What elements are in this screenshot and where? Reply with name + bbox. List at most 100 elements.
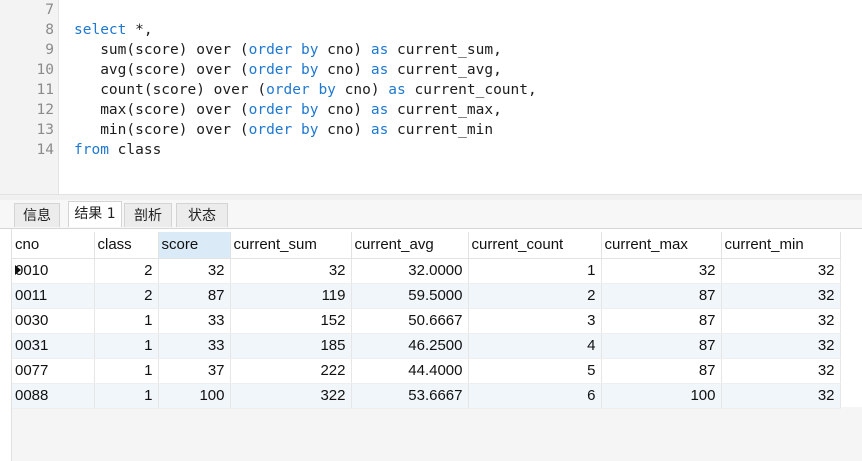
code-text: current_count, — [405, 82, 537, 98]
code-line: sum(score) over (order by cno) as curren… — [74, 40, 502, 60]
cell-current-min[interactable]: 32 — [721, 258, 841, 284]
code-keyword: order by — [248, 122, 319, 138]
cell-score[interactable]: 33 — [158, 333, 231, 359]
cell-cno[interactable]: 0077 — [12, 358, 95, 384]
cell-current-max[interactable]: 87 — [601, 283, 722, 309]
cell-class[interactable]: 1 — [94, 358, 159, 384]
cell-cno[interactable]: 0088 — [12, 383, 95, 409]
cell-current-count[interactable]: 3 — [468, 308, 602, 334]
table-row[interactable]: 0088 1 100 322 53.6667 6 100 32 — [12, 383, 841, 409]
line-number: 12 — [36, 102, 54, 118]
cell-current-min[interactable]: 32 — [721, 283, 841, 309]
line-number-gutter: 7 8 9 10 11 12 13 14 — [0, 0, 59, 194]
cell-current-avg[interactable]: 44.4000 — [351, 358, 469, 384]
tab-result-1[interactable]: 结果 1 — [68, 201, 122, 227]
column-header-score[interactable]: score — [158, 232, 231, 259]
cell-current-max[interactable]: 87 — [601, 358, 722, 384]
code-text: sum(score) over ( — [74, 42, 249, 58]
cell-cno[interactable]: 0010 — [12, 258, 95, 284]
code-line: select *, — [74, 20, 153, 40]
cell-current-max[interactable]: 87 — [601, 308, 722, 334]
code-line: max(score) over (order by cno) as curren… — [74, 100, 502, 120]
sql-editor[interactable]: 7 8 9 10 11 12 13 14 select *, sum(score) over … — [0, 0, 862, 194]
code-keyword: select — [74, 22, 127, 38]
cell-class[interactable]: 1 — [94, 383, 159, 409]
code-text: current_max, — [388, 102, 502, 118]
cell-current-sum[interactable]: 152 — [230, 308, 352, 334]
cell-score[interactable]: 37 — [158, 358, 231, 384]
cell-current-count[interactable]: 6 — [468, 383, 602, 409]
table-row[interactable]: 0031 1 33 185 46.2500 4 87 32 — [12, 333, 841, 359]
cell-current-count[interactable]: 5 — [468, 358, 602, 384]
column-header-current-max[interactable]: current_max — [601, 232, 722, 259]
cell-current-avg[interactable]: 59.5000 — [351, 283, 469, 309]
code-keyword: as — [370, 102, 389, 118]
code-keyword: from — [74, 142, 109, 158]
cell-current-sum[interactable]: 222 — [230, 358, 352, 384]
cell-current-max[interactable]: 87 — [601, 333, 722, 359]
cell-current-avg[interactable]: 53.6667 — [351, 383, 469, 409]
tab-profile[interactable]: 剖析 — [124, 203, 172, 227]
table-row[interactable]: 0030 1 33 152 50.6667 3 87 32 — [12, 308, 841, 334]
line-number: 11 — [36, 82, 54, 98]
cell-score[interactable]: 33 — [158, 308, 231, 334]
code-keyword: order by — [248, 102, 319, 118]
code-line: min(score) over (order by cno) as curren… — [74, 120, 493, 140]
cell-current-count[interactable]: 2 — [468, 283, 602, 309]
cell-current-avg[interactable]: 32.0000 — [351, 258, 469, 284]
table-row[interactable]: 0011 2 87 119 59.5000 2 87 32 — [12, 283, 841, 309]
column-header-current-sum[interactable]: current_sum — [230, 232, 352, 259]
cell-current-sum[interactable]: 32 — [230, 258, 352, 284]
column-header-current-avg[interactable]: current_avg — [351, 232, 469, 259]
code-text: cno) — [318, 122, 371, 138]
result-tabs: 信息 结果 1 剖析 状态 — [0, 200, 862, 229]
grid-empty-area — [12, 407, 862, 461]
cell-current-count[interactable]: 4 — [468, 333, 602, 359]
cell-current-sum[interactable]: 322 — [230, 383, 352, 409]
cell-score[interactable]: 87 — [158, 283, 231, 309]
query-window: 7 8 9 10 11 12 13 14 select *, sum(score) over … — [0, 0, 862, 461]
cell-cno[interactable]: 0011 — [12, 283, 95, 309]
table-row[interactable]: 0077 1 37 222 44.4000 5 87 32 — [12, 358, 841, 384]
column-header-current-count[interactable]: current_count — [468, 232, 602, 259]
tab-status[interactable]: 状态 — [176, 203, 228, 227]
result-table[interactable]: cno class score current_sum current_avg curre… — [12, 232, 841, 409]
cell-class[interactable]: 2 — [94, 258, 159, 284]
line-number: 14 — [36, 142, 54, 158]
cell-current-min[interactable]: 32 — [721, 358, 841, 384]
code-keyword: order by — [248, 42, 319, 58]
cell-cno[interactable]: 0030 — [12, 308, 95, 334]
cell-current-avg[interactable]: 46.2500 — [351, 333, 469, 359]
tab-info[interactable]: 信息 — [14, 203, 60, 227]
cell-current-min[interactable]: 32 — [721, 333, 841, 359]
cell-cno[interactable]: 0031 — [12, 333, 95, 359]
code-text: cno) — [335, 82, 389, 98]
cell-current-sum[interactable]: 119 — [230, 283, 352, 309]
cell-current-max[interactable]: 100 — [601, 383, 722, 409]
table-header-row: cno class score current_sum current_avg curre… — [12, 232, 841, 259]
result-grid[interactable]: cno class score current_sum current_avg curre… — [0, 229, 862, 461]
code-text: count(score) over ( — [74, 82, 267, 98]
line-number: 8 — [45, 22, 54, 38]
cell-score[interactable]: 100 — [158, 383, 231, 409]
code-keyword: as — [388, 82, 406, 98]
cell-current-count[interactable]: 1 — [468, 258, 602, 284]
cell-class[interactable]: 1 — [94, 308, 159, 334]
cell-current-min[interactable]: 32 — [721, 308, 841, 334]
table-row[interactable]: 0010 2 32 32 32.0000 1 32 32 — [12, 258, 841, 284]
cell-class[interactable]: 2 — [94, 283, 159, 309]
column-header-class[interactable]: class — [94, 232, 159, 259]
code-keyword: as — [370, 62, 389, 78]
row-indicator-icon — [15, 265, 21, 275]
column-header-cno[interactable]: cno — [12, 232, 95, 259]
cell-current-sum[interactable]: 185 — [230, 333, 352, 359]
cell-class[interactable]: 1 — [94, 333, 159, 359]
cell-score[interactable]: 32 — [158, 258, 231, 284]
cell-current-max[interactable]: 32 — [601, 258, 722, 284]
cell-current-avg[interactable]: 50.6667 — [351, 308, 469, 334]
line-number: 7 — [45, 2, 54, 18]
cell-current-min[interactable]: 32 — [721, 383, 841, 409]
code-keyword: order by — [266, 82, 336, 98]
column-header-current-min[interactable]: current_min — [721, 232, 841, 259]
code-text: avg(score) over ( — [74, 62, 249, 78]
